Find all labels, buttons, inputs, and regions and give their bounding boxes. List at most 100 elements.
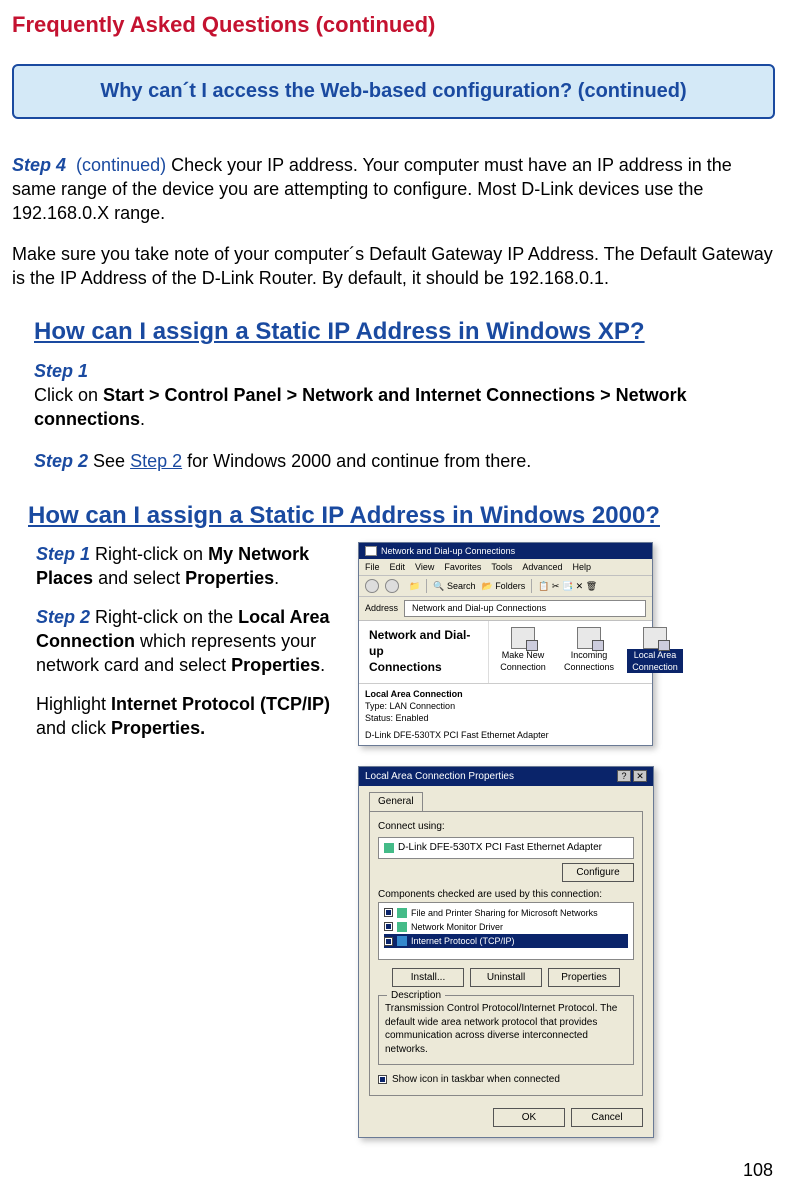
xp-step1-label: Step 1 [34,359,735,383]
show-icon-row[interactable]: Show icon in taskbar when connected [378,1073,634,1087]
shot1-title-text: Network and Dial-up Connections [381,545,515,557]
list-item-network-monitor[interactable]: Network Monitor Driver [384,920,628,934]
xp-step1-tail: . [140,409,145,429]
properties-button[interactable]: Properties [548,968,620,988]
left-title-1: Network and Dial-up [369,627,482,659]
make-new-connection[interactable]: Make New Connection [495,627,551,678]
footer-adapter: D-Link DFE-530TX PCI Fast Ethernet Adapt… [365,729,646,741]
dialog-title-text: Local Area Connection Properties [365,770,514,784]
xp-step1-bold: Start > Control Panel > Network and Inte… [34,385,687,429]
install-button[interactable]: Install... [392,968,464,988]
w2k-step2: Step 2 Right-click on the Local Area Con… [36,605,346,678]
screenshot-network-connections: Network and Dial-up Connections File Edi… [358,542,653,746]
shot1-footer: Local Area Connection Type: LAN Connecti… [359,683,652,745]
list-item-tcpip[interactable]: Internet Protocol (TCP/IP) [384,934,628,948]
menu-tools[interactable]: Tools [491,561,512,573]
tab-general[interactable]: General [369,792,423,811]
description-group: Description Transmission Control Protoco… [378,995,634,1065]
w2k-s1-c: and select [93,568,185,588]
xp-step2-post: for Windows 2000 and continue from there… [182,451,531,471]
dialog-titlebar: Local Area Connection Properties ? ✕ [359,767,653,787]
heading-2000[interactable]: How can I assign a Static IP Address in … [28,500,775,532]
checkbox-icon[interactable] [384,922,393,931]
address-text: Network and Dial-up Connections [412,602,546,614]
description-text: Transmission Control Protocol/Internet P… [385,1002,627,1056]
components-list[interactable]: File and Printer Sharing for Microsoft N… [378,902,634,960]
w2k-s1-e: . [274,568,279,588]
w2k-s2-e: . [320,655,325,675]
menu-help[interactable]: Help [572,561,591,573]
uninstall-button[interactable]: Uninstall [470,968,542,988]
search-label: Search [447,581,476,591]
footer-status-value: Enabled [396,713,429,723]
tab-panel-general: Connect using: D-Link DFE-530TX PCI Fast… [369,811,643,1096]
address-box[interactable]: Network and Dial-up Connections [404,600,646,616]
up-icon[interactable]: 📁 [405,580,420,592]
component-icon [397,936,407,946]
footer-status-label: Status: [365,713,393,723]
menu-advanced[interactable]: Advanced [522,561,562,573]
folders-button[interactable]: 📂 Folders [481,580,525,592]
connect-using-label: Connect using: [378,820,634,834]
w2k-s1-d: Properties [185,568,274,588]
list-item-file-printer-sharing[interactable]: File and Printer Sharing for Microsoft N… [384,906,628,920]
description-label: Description [387,989,445,1003]
adapter-icon [384,843,394,853]
checkbox-icon[interactable] [378,1075,387,1084]
help-window-button[interactable]: ? [617,770,631,782]
shot1-toolbar: 📁 🔍 Search 📂 Folders 📋 ✂ 📑 ✕ 🗑 [359,576,652,597]
menu-file[interactable]: File [365,561,380,573]
heading-xp[interactable]: How can I assign a Static IP Address in … [34,316,775,348]
step4-paragraph-1: Step 4 (continued) Check your IP address… [12,153,775,226]
component-icon [397,922,407,932]
component-icon [397,908,407,918]
search-button[interactable]: 🔍 Search [433,580,475,592]
w2k-h-c: and click [36,718,111,738]
xp-step2: Step 2 See Step 2 for Windows 2000 and c… [34,449,735,473]
page-title: Frequently Asked Questions (continued) [12,10,775,40]
ok-button[interactable]: OK [493,1108,565,1128]
comp3-label: Internet Protocol (TCP/IP) [411,935,515,947]
xp-step2-label: Step 2 [34,451,88,471]
shot1-left-pane: Network and Dial-upConnections [359,621,489,684]
footer-name: Local Area Connection [365,688,646,700]
checkbox-icon[interactable] [384,937,393,946]
footer-type-value: LAN Connection [390,701,456,711]
faq-question-callout: Why can´t I access the Web-based configu… [12,64,775,119]
close-window-button[interactable]: ✕ [633,770,647,782]
incoming-label: Incoming Connections [561,649,617,673]
comp1-label: File and Printer Sharing for Microsoft N… [411,907,598,919]
shot1-right-pane: Make New Connection Incoming Connections… [489,621,689,684]
menu-favorites[interactable]: Favorites [444,561,481,573]
w2k-step2-label: Step 2 [36,607,90,627]
xp-step2-pre: See [88,451,130,471]
xp-step2-link[interactable]: Step 2 [130,451,182,471]
lac-label: Local Area Connection [627,649,683,673]
toolbar-extra-icons[interactable]: 📋 ✂ 📑 ✕ 🗑 [538,580,597,592]
shot1-titlebar: Network and Dial-up Connections [359,543,652,559]
menu-view[interactable]: View [415,561,434,573]
page-number: 108 [12,1158,775,1182]
w2k-highlight: Highlight Internet Protocol (TCP/IP) and… [36,692,346,741]
w2k-s1-a: Right-click on [90,544,208,564]
shot1-menubar: File Edit View Favorites Tools Advanced … [359,559,652,576]
forward-button[interactable] [385,579,399,593]
make-new-label: Make New Connection [495,649,551,673]
step4-continued: (continued) [76,155,166,175]
local-area-connection[interactable]: Local Area Connection [627,627,683,678]
comp2-label: Network Monitor Driver [411,921,503,933]
xp-step1-pre: Click on [34,385,103,405]
w2k-s2-d: Properties [231,655,320,675]
left-title-2: Connections [369,659,482,675]
menu-edit[interactable]: Edit [390,561,406,573]
configure-button[interactable]: Configure [562,863,634,883]
screenshot-lan-properties: Local Area Connection Properties ? ✕ Gen… [358,766,654,1139]
w2k-step1-label: Step 1 [36,544,90,564]
adapter-box: D-Link DFE-530TX PCI Fast Ethernet Adapt… [378,837,634,859]
back-button[interactable] [365,579,379,593]
incoming-connections[interactable]: Incoming Connections [561,627,617,678]
checkbox-icon[interactable] [384,908,393,917]
xp-step1: Step 1 Click on Start > Control Panel > … [34,359,735,432]
cancel-button[interactable]: Cancel [571,1108,643,1128]
instructions-left-column: Step 1 Right-click on My Network Places … [36,542,346,1138]
